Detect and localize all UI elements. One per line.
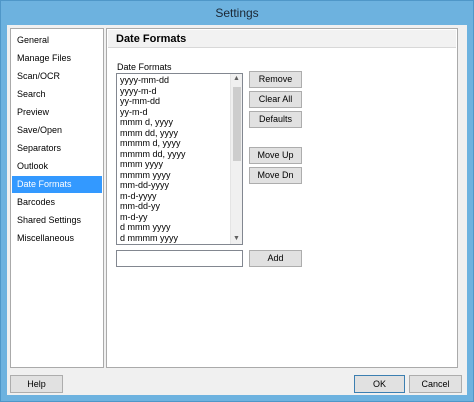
clear-all-button[interactable]: Clear All xyxy=(249,91,302,108)
move-down-button[interactable]: Move Dn xyxy=(249,167,302,184)
ok-button[interactable]: OK xyxy=(354,375,405,393)
date-formats-panel: Date Formats Date Formats yyyy-mm-dd yyy… xyxy=(106,28,458,368)
list-item[interactable]: yy-mm-dd xyxy=(120,97,160,106)
help-button[interactable]: Help xyxy=(10,375,63,393)
list-item[interactable]: yyyy-m-d xyxy=(120,86,157,96)
sidebar-item-miscellaneous[interactable]: Miscellaneous xyxy=(12,230,102,247)
list-item[interactable]: mmm d, yyyy xyxy=(120,118,173,127)
list-item[interactable]: yyyy-mm-dd xyxy=(120,76,169,85)
scroll-up-arrow-icon[interactable]: ▲ xyxy=(231,74,242,84)
list-scrollbar[interactable]: ▲ ▼ xyxy=(230,74,242,244)
window-title: Settings xyxy=(215,6,259,20)
list-item[interactable]: d mmmm yyyy xyxy=(120,233,178,243)
settings-window: Settings General Manage Files Scan/OCR S… xyxy=(0,0,474,402)
settings-category-list: General Manage Files Scan/OCR Search Pre… xyxy=(10,28,104,368)
scroll-thumb[interactable] xyxy=(233,87,241,161)
list-item[interactable]: mmmm d, yyyy xyxy=(120,139,181,148)
panel-title: Date Formats xyxy=(116,33,187,45)
date-formats-list-label: Date Formats xyxy=(117,62,172,72)
panel-header: Date Formats xyxy=(108,30,456,48)
list-item[interactable]: m-d-yy xyxy=(120,212,148,222)
list-item[interactable]: mmmm dd, yyyy xyxy=(120,149,186,159)
sidebar-item-scan-ocr[interactable]: Scan/OCR xyxy=(12,68,102,85)
list-item[interactable]: m-d-yyyy xyxy=(120,191,157,201)
sidebar-item-search[interactable]: Search xyxy=(12,86,102,103)
cancel-button[interactable]: Cancel xyxy=(409,375,462,393)
sidebar-item-date-formats[interactable]: Date Formats xyxy=(12,176,102,193)
remove-button[interactable]: Remove xyxy=(249,71,302,88)
list-item[interactable]: mmm dd, yyyy xyxy=(120,128,178,138)
title-bar: Settings xyxy=(1,1,473,25)
list-item[interactable]: mmm yyyy xyxy=(120,160,163,169)
list-item[interactable]: mm-dd-yyyy xyxy=(120,181,169,190)
sidebar-item-outlook[interactable]: Outlook xyxy=(12,158,102,175)
sidebar-item-general[interactable]: General xyxy=(12,32,102,49)
sidebar-item-preview[interactable]: Preview xyxy=(12,104,102,121)
sidebar-item-shared-settings[interactable]: Shared Settings xyxy=(12,212,102,229)
list-item[interactable]: d mmm yyyy xyxy=(120,223,171,232)
sidebar-item-barcodes[interactable]: Barcodes xyxy=(12,194,102,211)
sidebar-item-manage-files[interactable]: Manage Files xyxy=(12,50,102,67)
list-item[interactable]: yy-m-d xyxy=(120,107,148,117)
list-item[interactable]: mmmm yyyy xyxy=(120,170,171,180)
dialog-client-area: General Manage Files Scan/OCR Search Pre… xyxy=(7,25,467,395)
date-formats-listbox[interactable]: yyyy-mm-dd yyyy-m-d yy-mm-dd yy-m-d mmm … xyxy=(116,73,243,245)
move-up-button[interactable]: Move Up xyxy=(249,147,302,164)
scroll-down-arrow-icon[interactable]: ▼ xyxy=(231,234,242,244)
new-format-input[interactable] xyxy=(116,250,243,267)
add-button[interactable]: Add xyxy=(249,250,302,267)
defaults-button[interactable]: Defaults xyxy=(249,111,302,128)
sidebar-item-separators[interactable]: Separators xyxy=(12,140,102,157)
list-item[interactable]: mm-dd-yy xyxy=(120,202,160,211)
sidebar-item-save-open[interactable]: Save/Open xyxy=(12,122,102,139)
